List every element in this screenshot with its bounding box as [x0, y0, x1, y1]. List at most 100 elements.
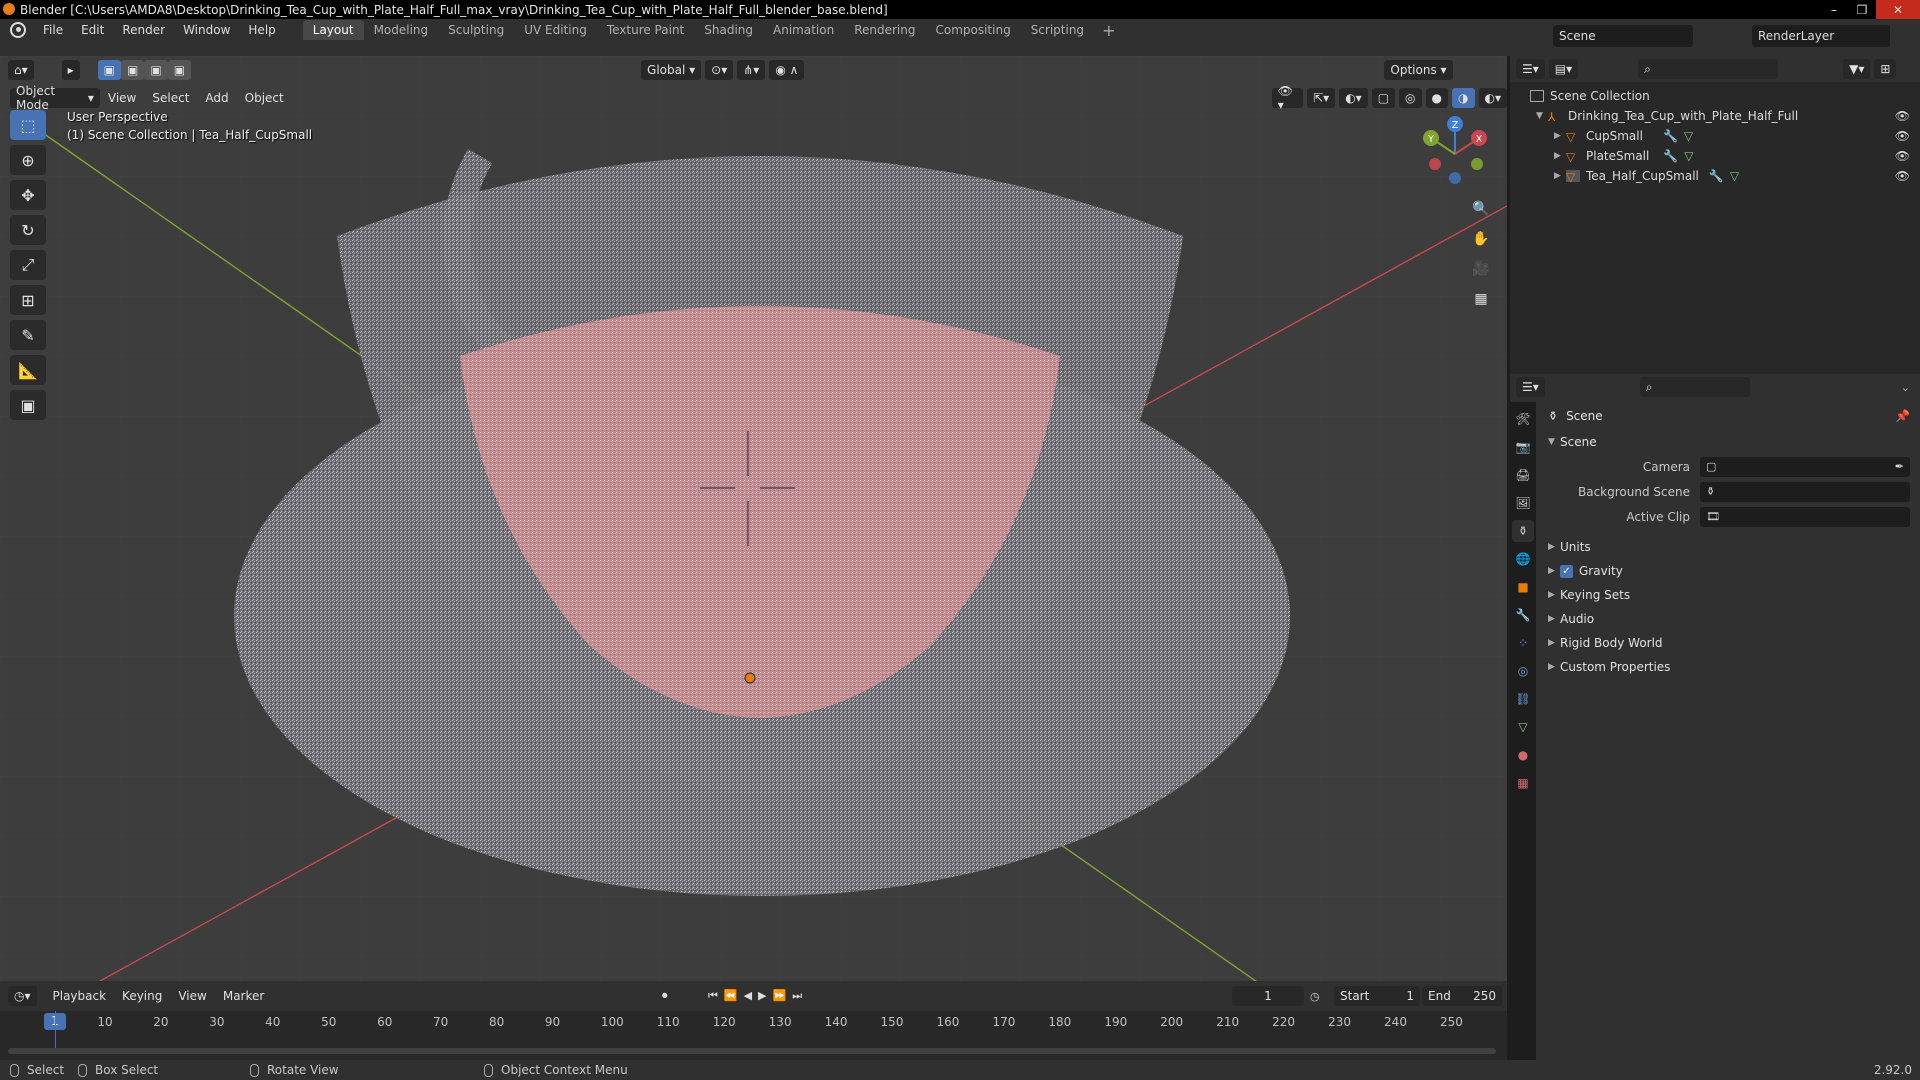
- tab-modeling[interactable]: Modeling: [364, 20, 439, 40]
- tab-scripting[interactable]: Scripting: [1021, 20, 1094, 40]
- viewport-menu-view[interactable]: View: [100, 91, 144, 105]
- playback-controls[interactable]: ⏮⏪◀▶⏩⏭: [708, 989, 808, 1003]
- pan-hand-icon[interactable]: ✋: [1468, 226, 1494, 252]
- tool-tab-icon[interactable]: 🛠: [1512, 408, 1534, 430]
- outliner-row-cupsmall[interactable]: ▶ ▽ CupSmall 🔧 ▽ 👁: [1510, 126, 1920, 146]
- timeline-menu-view[interactable]: View: [170, 989, 214, 1003]
- tab-animation[interactable]: Animation: [763, 20, 844, 40]
- select-tool-button[interactable]: ▸: [61, 59, 80, 80]
- outliner-search-input[interactable]: ⌕: [1638, 59, 1779, 79]
- transform-orientation-dropdown[interactable]: Global ▾: [641, 59, 702, 80]
- maximize-button[interactable]: ❐: [1848, 0, 1876, 19]
- viewport-menu-object[interactable]: Object: [237, 91, 292, 105]
- snap-toggle[interactable]: ⋔▾: [737, 59, 766, 80]
- audio-panel-header[interactable]: ▶ Audio: [1540, 607, 1920, 631]
- outliner-row-scene-collection[interactable]: Scene Collection: [1510, 86, 1920, 106]
- end-frame-field[interactable]: End 250: [1422, 986, 1502, 1006]
- mode-dropdown[interactable]: Object Mode ▾: [10, 84, 100, 112]
- pivot-point-dropdown[interactable]: ⊙▾: [705, 59, 734, 80]
- scene-panel-header[interactable]: ▼ Scene: [1540, 430, 1920, 454]
- overlay-toggle[interactable]: ◐▾: [1339, 88, 1368, 108]
- blender-logo-icon[interactable]: [10, 22, 26, 38]
- zoom-icon[interactable]: 🔍: [1468, 196, 1494, 222]
- navigation-gizmo[interactable]: Z X Y: [1415, 114, 1495, 194]
- rotate-tool-icon[interactable]: ↻: [10, 215, 46, 245]
- viewport-menu-select[interactable]: Select: [144, 91, 197, 105]
- perspective-toggle-icon[interactable]: ▦: [1468, 286, 1494, 312]
- viewport-menu-add[interactable]: Add: [197, 91, 236, 105]
- keying-sets-panel-header[interactable]: ▶ Keying Sets: [1540, 583, 1920, 607]
- expand-arrow-icon[interactable]: ▶: [1554, 171, 1566, 181]
- menu-render[interactable]: Render: [113, 23, 174, 37]
- custom-properties-panel-header[interactable]: ▶ Custom Properties: [1540, 655, 1920, 679]
- wireframe-shading-button[interactable]: ◎: [1399, 88, 1422, 108]
- timeline-ruler[interactable]: 1 10203040506070809010011012013014015016…: [0, 1011, 1507, 1033]
- gravity-panel-header[interactable]: ▶ ✓ Gravity: [1540, 559, 1920, 583]
- properties-editor-type-button[interactable]: ☰▾: [1516, 377, 1545, 397]
- close-button[interactable]: ✕: [1876, 0, 1920, 19]
- add-cube-tool-icon[interactable]: ▣: [10, 390, 46, 420]
- expand-arrow-icon[interactable]: ▶: [1554, 131, 1566, 141]
- select-mode-intersect-button[interactable]: ▣: [167, 59, 192, 80]
- xray-toggle[interactable]: ▢: [1371, 88, 1396, 108]
- select-box-tool-icon[interactable]: ⬚: [10, 110, 46, 140]
- visibility-eye-icon[interactable]: 👁: [1895, 109, 1910, 123]
- scale-tool-icon[interactable]: ⤢: [10, 250, 46, 280]
- tab-texture-paint[interactable]: Texture Paint: [597, 20, 694, 40]
- material-shading-button[interactable]: ◑: [1452, 88, 1475, 108]
- material-tab-icon[interactable]: ●: [1512, 744, 1534, 766]
- eyedropper-icon[interactable]: ✒: [1895, 460, 1904, 473]
- cursor-tool-icon[interactable]: ⊕: [10, 145, 46, 175]
- constraints-tab-icon[interactable]: ⛓: [1512, 688, 1534, 710]
- visibility-eye-icon[interactable]: 👁: [1895, 129, 1910, 143]
- select-mode-extend-button[interactable]: ▣: [121, 59, 145, 80]
- tab-uv-editing[interactable]: UV Editing: [514, 20, 597, 40]
- render-tab-icon[interactable]: 📷: [1512, 436, 1534, 458]
- camera-view-icon[interactable]: 🎥: [1468, 256, 1494, 282]
- outliner-row-platesmall[interactable]: ▶ ▽ PlateSmall 🔧 ▽ 👁: [1510, 146, 1920, 166]
- filter-icon[interactable]: ▼▾: [1843, 59, 1871, 79]
- modifier-tab-icon[interactable]: 🔧: [1512, 604, 1534, 626]
- tab-shading[interactable]: Shading: [694, 20, 763, 40]
- timeline-menu-keying[interactable]: Keying: [114, 989, 170, 1003]
- expand-arrow-icon[interactable]: ▶: [1554, 151, 1566, 161]
- select-mode-new-button[interactable]: ▣: [97, 59, 122, 80]
- texture-tab-icon[interactable]: ▦: [1512, 772, 1534, 794]
- particles-tab-icon[interactable]: ⁘: [1512, 632, 1534, 654]
- scene-selector[interactable]: Scene: [1553, 25, 1693, 47]
- timeline-scrollbar[interactable]: [8, 1048, 1496, 1054]
- chevron-down-icon[interactable]: ⌄: [1901, 381, 1910, 394]
- expand-arrow-icon[interactable]: ▼: [1536, 111, 1548, 121]
- outliner-row-tea-half-cupsmall[interactable]: ▶ ▽ Tea_Half_CupSmall 🔧 ▽ 👁: [1510, 166, 1920, 186]
- tab-compositing[interactable]: Compositing: [925, 20, 1020, 40]
- scene-tab-icon[interactable]: ⚱: [1512, 520, 1534, 542]
- visibility-eye-icon[interactable]: 👁: [1895, 169, 1910, 183]
- tab-layout[interactable]: Layout: [302, 20, 364, 40]
- clock-icon[interactable]: ◷: [1310, 990, 1320, 1003]
- timeline-menu-marker[interactable]: Marker: [215, 989, 272, 1003]
- menu-help[interactable]: Help: [239, 23, 284, 37]
- rigid-body-world-panel-header[interactable]: ▶ Rigid Body World: [1540, 631, 1920, 655]
- record-icon[interactable]: ⏺: [662, 989, 668, 1003]
- measure-tool-icon[interactable]: 📐: [10, 355, 46, 385]
- timeline-editor-type-button[interactable]: ◷▾: [8, 986, 37, 1006]
- world-tab-icon[interactable]: 🌐: [1512, 548, 1534, 570]
- camera-field[interactable]: ▢ ✒: [1700, 456, 1910, 477]
- menu-edit[interactable]: Edit: [72, 23, 113, 37]
- annotate-tool-icon[interactable]: ✎: [10, 320, 46, 350]
- background-scene-field[interactable]: ⚱: [1700, 481, 1910, 502]
- timeline-menu-playback[interactable]: Playback: [45, 989, 115, 1003]
- outliner-editor-type-button[interactable]: ☰▾: [1516, 59, 1545, 79]
- 3d-viewport[interactable]: ⌂▾ ▸ ▣ ▣ ▣ ▣ Global ▾ ⊙▾ ⋔▾ ◉ ∧ Options …: [0, 56, 1507, 981]
- physics-tab-icon[interactable]: ◎: [1512, 660, 1534, 682]
- solid-shading-button[interactable]: ●: [1425, 88, 1449, 108]
- view-layer-tab-icon[interactable]: 🖼: [1512, 492, 1534, 514]
- output-tab-icon[interactable]: 🖨: [1512, 464, 1534, 486]
- select-mode-subtract-button[interactable]: ▣: [144, 59, 168, 80]
- start-frame-field[interactable]: Start 1: [1334, 986, 1420, 1006]
- editor-type-button[interactable]: ⌂▾: [8, 59, 34, 80]
- object-tab-icon[interactable]: ■: [1512, 576, 1534, 598]
- menu-window[interactable]: Window: [174, 23, 239, 37]
- proportional-edit-toggle[interactable]: ◉ ∧: [769, 59, 805, 80]
- pin-icon[interactable]: 📌: [1895, 409, 1910, 423]
